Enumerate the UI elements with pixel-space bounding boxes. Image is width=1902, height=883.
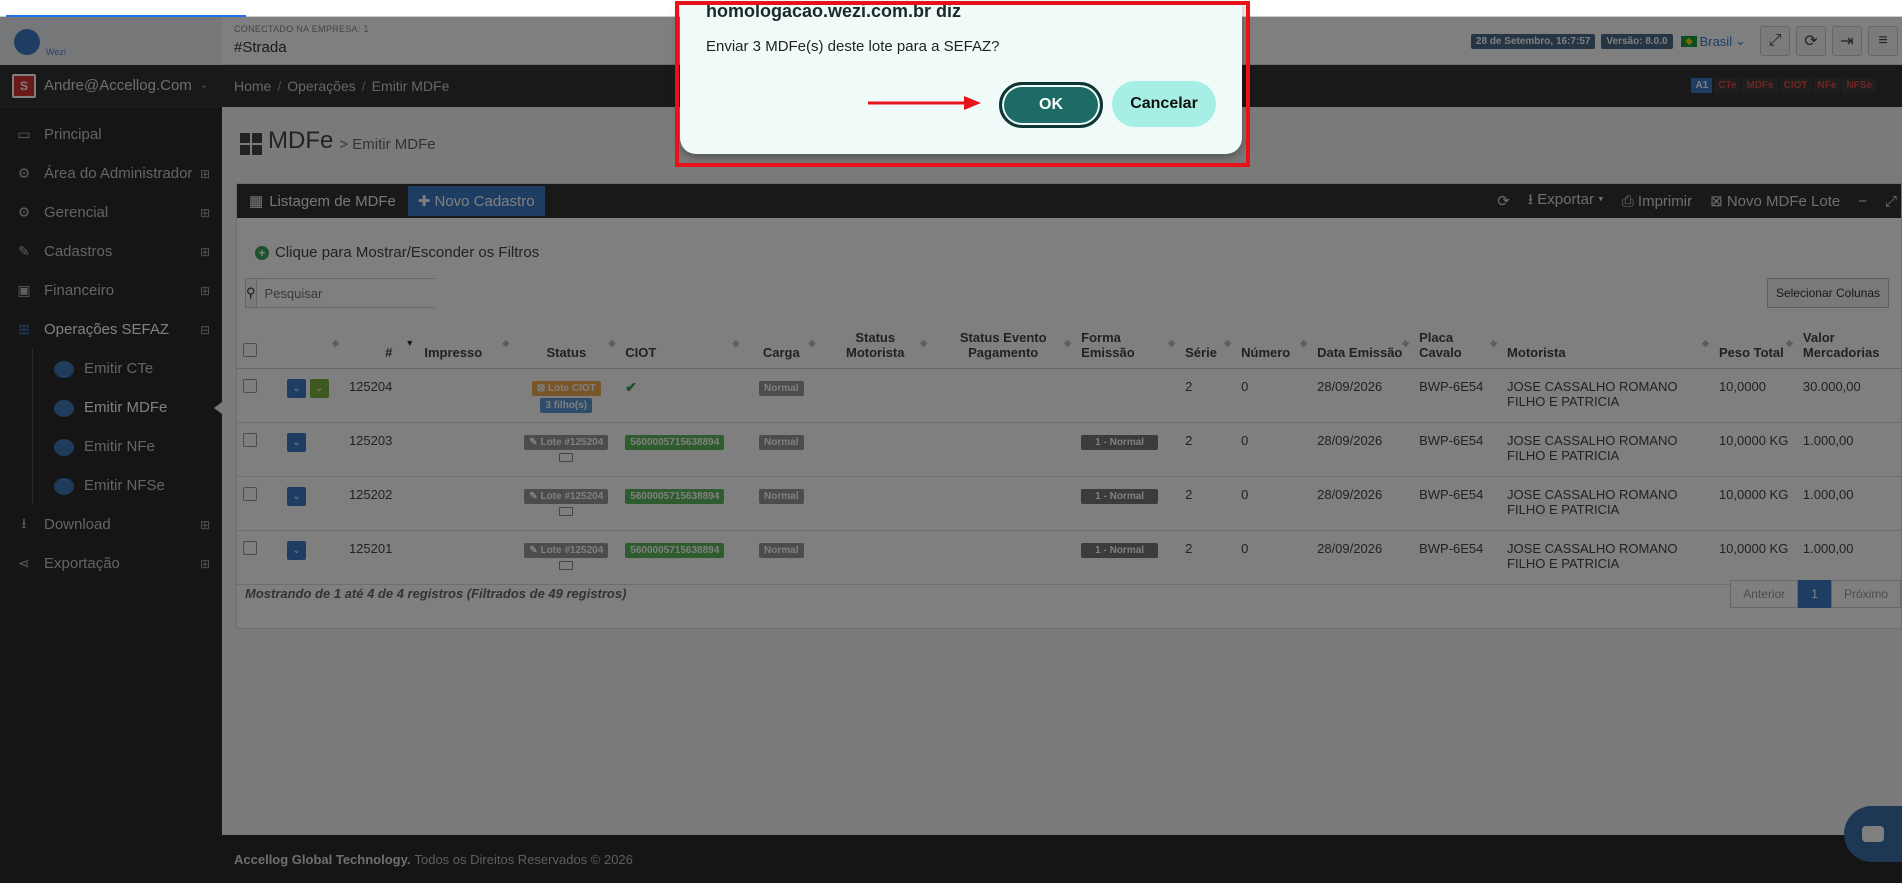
highlight-annotation (675, 1, 1250, 167)
arrow-annotation-icon (868, 96, 981, 110)
browser-tab[interactable] (6, 0, 246, 17)
